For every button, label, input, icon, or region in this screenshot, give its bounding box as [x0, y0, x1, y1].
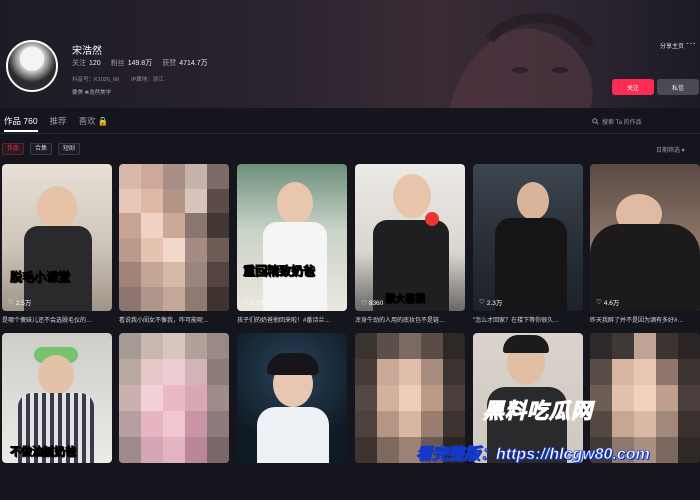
share-profile-link[interactable]: 分享主页 [660, 41, 684, 50]
avatar[interactable] [6, 40, 58, 92]
heart-icon: ♡ [479, 299, 485, 306]
video-card[interactable] [119, 333, 229, 480]
profile-tabs: 作品 760 推荐 喜欢 🔒 [4, 115, 109, 127]
profile-header: 宋浩然 关注 120 粉丝 149.8万 获赞 4714.7万 抖音号：K1026_6… [0, 0, 700, 108]
video-card[interactable]: 不做油腻奶爸 [2, 333, 112, 480]
video-overlay-text: 脱毛小课堂 [10, 270, 71, 285]
tab-likes[interactable]: 喜欢 🔒 [79, 115, 109, 127]
follow-button[interactable]: 关注 [612, 79, 654, 95]
more-icon[interactable]: ··· [686, 38, 696, 49]
video-likes: ♡ 1.0万 [243, 299, 267, 307]
heart-icon: ♡ [596, 299, 602, 306]
heart-icon: ♡ [361, 300, 367, 307]
tab-underline [4, 130, 38, 132]
tab-recommend[interactable]: 推荐 [50, 115, 67, 127]
video-card[interactable]: ♡ 2.3万 "怎么才回家？在楼下等你很久… [473, 164, 583, 329]
message-button[interactable]: 私信 [657, 79, 699, 95]
heart-icon: ♡ [243, 299, 249, 306]
video-likes: ♡ 2.3万 [479, 299, 503, 307]
video-caption: 孩子们的奶爸他回来啦！#番诗兰… [237, 318, 331, 324]
video-thumbnail [119, 164, 229, 311]
video-overlay-text: 重回精致奶爸 [243, 264, 316, 279]
douyin-id: 抖音号：K1026_66 [72, 77, 120, 83]
video-thumbnail: ♡ 4.6万 [590, 164, 700, 311]
profile-meta: 抖音号：K1026_66 IP属地：浙江 [72, 75, 164, 83]
video-likes: ♡ 4.6万 [596, 299, 620, 307]
filter-collections[interactable]: 合集 [30, 143, 53, 155]
video-overlay-text: 狠大喜报 [385, 294, 426, 306]
profile-stats: 关注 120 粉丝 149.8万 获赞 4714.7万 [72, 58, 208, 68]
pixelated-image [119, 164, 229, 311]
search-placeholder: 搜索 Ta 的作品 [602, 120, 642, 126]
video-card[interactable]: 狠大喜报 ♡ 8360 浑身牛劲的人用的底妆包不是链… [355, 164, 465, 329]
filter-chips: 作品 合集 短剧 [2, 143, 81, 155]
date-filter[interactable]: 日期筛选 ▾ [656, 145, 685, 154]
ip-location: IP属地：浙江 [131, 77, 164, 83]
video-overlay-text: 不做油腻奶爸 [10, 446, 77, 459]
search-icon [592, 118, 599, 125]
video-thumbnail: 脱毛小课堂 ♡ 2.5万 [2, 164, 112, 311]
video-caption: 浑身牛劲的人用的底妆包不是链… [355, 318, 446, 324]
pixelated-image [119, 333, 229, 463]
video-thumbnail: 不做油腻奶爸 [2, 333, 112, 463]
fans-stat[interactable]: 粉丝 149.8万 [111, 58, 153, 68]
profile-bio: 要美 ❀浩然美学 [72, 90, 112, 96]
video-caption: 昨天我醉了并不是因为酒有多好#… [590, 318, 684, 324]
video-likes: ♡ 2.5万 [8, 299, 32, 307]
filter-short-dramas[interactable]: 短剧 [58, 143, 81, 155]
tab-works[interactable]: 作品 760 [4, 115, 38, 127]
likes-stat: 获赞 4714.7万 [162, 60, 208, 67]
video-thumbnail: 重回精致奶爸 ♡ 1.0万 [237, 164, 347, 311]
video-thumbnail [237, 333, 347, 463]
video-thumbnail [119, 333, 229, 463]
video-thumbnail: 狠大喜报 ♡ 8360 [355, 164, 465, 311]
filter-works[interactable]: 作品 [2, 143, 25, 155]
heart-icon: ♡ [8, 299, 14, 306]
video-card[interactable]: 脱毛小课堂 ♡ 2.5万 是哪个傻妹儿还不会选脱毛仪的… [2, 164, 112, 329]
following-stat[interactable]: 关注 120 [72, 58, 101, 68]
divider [0, 133, 700, 134]
video-caption: "怎么才回家？在楼下等你很久… [473, 318, 560, 324]
video-card[interactable]: ♡ 4.6万 昨天我醉了并不是因为酒有多好#… [590, 164, 700, 329]
video-thumbnail: ♡ 2.3万 [473, 164, 583, 311]
video-card[interactable]: 看说我小闺女不像我，咋可能呢… [119, 164, 229, 329]
video-likes: ♡ 8360 [361, 299, 384, 308]
profile-name: 宋浩然 [72, 46, 102, 57]
video-card[interactable] [237, 333, 347, 480]
search-works[interactable]: 搜索 Ta 的作品 [592, 117, 642, 126]
video-caption: 是哪个傻妹儿还不会选脱毛仪的… [2, 318, 93, 324]
watermark-url: 看完整版：https://hlcgw80.com [416, 446, 650, 464]
video-caption: 看说我小闺女不像我，咋可能呢… [119, 318, 210, 324]
watermark-logo: 黑料吃瓜网 [483, 400, 593, 424]
video-card[interactable]: 重回精致奶爸 ♡ 1.0万 孩子们的奶爸他回来啦！#番诗兰… [237, 164, 347, 329]
header-illustration [450, 13, 595, 108]
